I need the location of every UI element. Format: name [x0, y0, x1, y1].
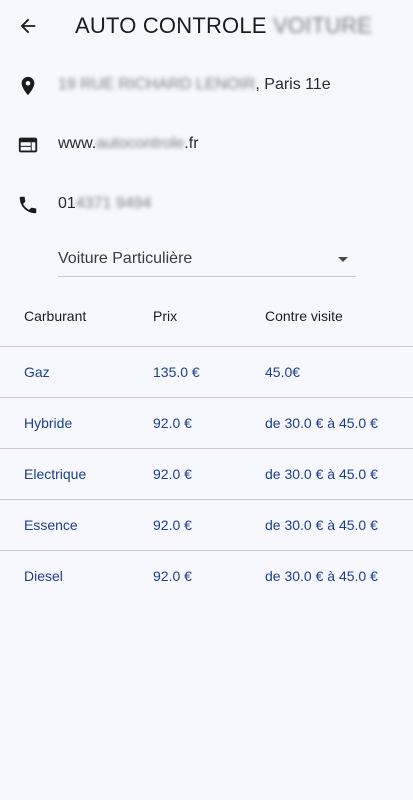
address-blurred: 19 RUE RICHARD LENOIR	[58, 76, 256, 93]
website-blurred: autocontrole	[96, 135, 185, 152]
cell-fuel: Diesel	[24, 568, 63, 584]
cell-fuel: Electrique	[24, 466, 87, 482]
phone-text: 014371 9494	[58, 195, 151, 213]
vehicle-type-dropdown[interactable]: Voiture Particulière	[58, 242, 356, 277]
phone-visible: 01	[58, 195, 76, 212]
cell-revisit: de 30.0 € à 45.0 €	[265, 568, 378, 584]
phone-icon	[14, 191, 42, 219]
table-row[interactable]: Essence 92.0 € de 30.0 € à 45.0 €	[0, 500, 413, 551]
cell-fuel: Essence	[24, 517, 78, 533]
table-row[interactable]: Hybride 92.0 € de 30.0 € à 45.0 €	[0, 398, 413, 449]
cell-revisit: de 30.0 € à 45.0 €	[265, 466, 378, 482]
website-suffix: .fr	[184, 135, 199, 152]
website-text: www.autocontrole.fr	[58, 135, 199, 153]
location-pin-icon	[14, 72, 42, 100]
web-icon	[14, 131, 42, 159]
title-blurred-text: VOITURE	[272, 13, 373, 38]
title-text: AUTO CONTROLE	[75, 13, 267, 38]
cell-price: 92.0 €	[153, 415, 192, 431]
table-row[interactable]: Gaz 135.0 € 45.0€	[0, 347, 413, 398]
app-bar: AUTO CONTROLE VOITURE	[0, 0, 413, 52]
cell-fuel: Hybride	[24, 415, 73, 431]
cell-price: 92.0 €	[153, 466, 192, 482]
phone-blurred: 4371 9494	[75, 195, 152, 212]
header-carburant: Carburant	[24, 308, 87, 324]
address-city: , Paris 11e	[255, 76, 331, 93]
cell-revisit: de 30.0 € à 45.0 €	[265, 517, 378, 533]
price-table: Carburant Prix Contre visite Gaz 135.0 €…	[0, 296, 413, 601]
cell-price: 92.0 €	[153, 517, 192, 533]
address-text: 19 RUE RICHARD LENOIR, Paris 11e	[58, 76, 331, 94]
website-row[interactable]: www.autocontrole.fr	[0, 125, 413, 165]
table-header: Carburant Prix Contre visite	[0, 296, 413, 347]
cell-price: 135.0 €	[153, 364, 200, 380]
table-row[interactable]: Electrique 92.0 € de 30.0 € à 45.0 €	[0, 449, 413, 500]
vehicle-type-value: Voiture Particulière	[58, 250, 193, 267]
table-row[interactable]: Diesel 92.0 € de 30.0 € à 45.0 €	[0, 551, 413, 601]
header-prix: Prix	[153, 308, 178, 324]
header-contre-visite: Contre visite	[265, 308, 343, 324]
caret-down-icon	[338, 257, 348, 262]
arrow-back-icon	[20, 18, 36, 34]
website-prefix: www.	[58, 135, 97, 152]
back-button[interactable]	[10, 8, 46, 44]
cell-revisit: de 30.0 € à 45.0 €	[265, 415, 378, 431]
cell-fuel: Gaz	[24, 364, 50, 380]
cell-revisit: 45.0€	[265, 364, 301, 380]
cell-price: 92.0 €	[153, 568, 192, 584]
page-title: AUTO CONTROLE VOITURE	[75, 13, 372, 39]
address-row[interactable]: 19 RUE RICHARD LENOIR, Paris 11e	[0, 66, 413, 106]
phone-row[interactable]: 014371 9494	[0, 185, 413, 225]
